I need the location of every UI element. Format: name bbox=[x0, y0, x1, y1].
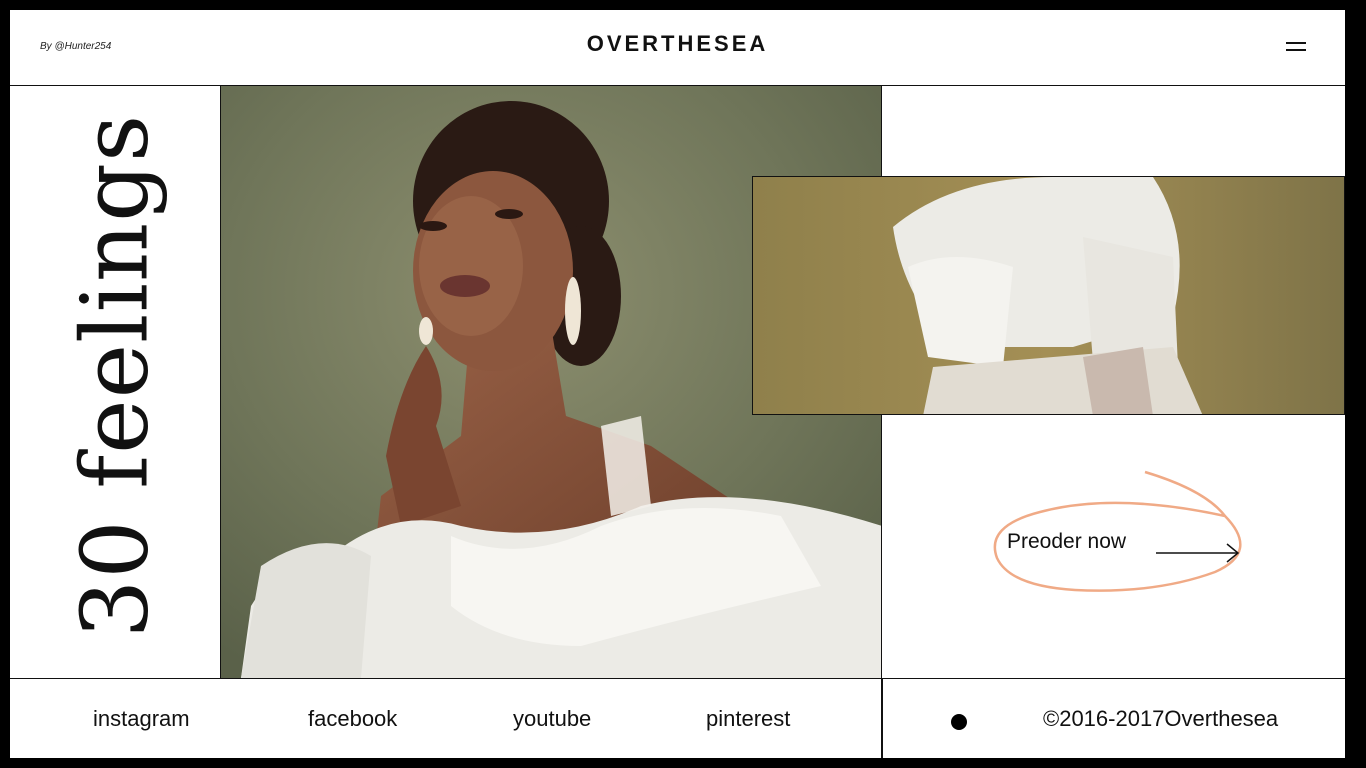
arrow-right-icon bbox=[1156, 543, 1240, 563]
dress-photo-illustration bbox=[753, 177, 1344, 414]
footer-divider bbox=[881, 679, 883, 758]
dot-icon bbox=[951, 714, 967, 730]
copyright-text: ©2016-2017Overthesea bbox=[1043, 706, 1279, 731]
hamburger-line-top bbox=[1286, 42, 1306, 44]
vertical-title: 30 feelings bbox=[61, 113, 169, 639]
preorder-button[interactable]: Preoder now bbox=[985, 468, 1265, 598]
title-column: 30 feelings bbox=[10, 86, 221, 678]
page-frame: By @Hunter254 OVERTHESEA 30 feelings Pre… bbox=[10, 10, 1345, 758]
pinterest-link[interactable]: pinterest bbox=[706, 706, 790, 732]
header: By @Hunter254 OVERTHESEA bbox=[10, 10, 1345, 86]
hamburger-line-bottom bbox=[1286, 49, 1306, 51]
preorder-label: Preoder now bbox=[1007, 530, 1127, 553]
hamburger-icon[interactable] bbox=[1280, 38, 1312, 56]
instagram-link[interactable]: instagram bbox=[93, 706, 190, 732]
dress-detail-photo bbox=[752, 176, 1345, 415]
facebook-link[interactable]: facebook bbox=[308, 706, 397, 732]
brand-logo[interactable]: OVERTHESEA bbox=[10, 31, 1345, 57]
footer: instagram facebook youtube pinterest ©20… bbox=[10, 678, 1345, 758]
youtube-link[interactable]: youtube bbox=[513, 706, 591, 732]
